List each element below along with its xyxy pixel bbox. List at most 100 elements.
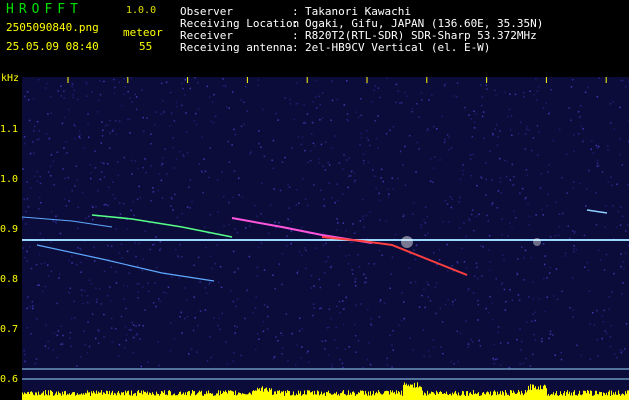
level-bar bbox=[470, 392, 471, 400]
noise-speck bbox=[68, 291, 70, 294]
noise-speck bbox=[525, 196, 527, 199]
noise-speck bbox=[238, 194, 240, 196]
noise-speck bbox=[235, 305, 237, 308]
noise-speck bbox=[331, 363, 333, 365]
level-bar bbox=[172, 395, 173, 400]
noise-speck bbox=[353, 232, 356, 234]
noise-speck bbox=[552, 139, 554, 142]
noise-speck bbox=[47, 347, 50, 349]
level-bar bbox=[623, 394, 624, 400]
noise-speck bbox=[47, 264, 49, 266]
level-bar bbox=[568, 393, 569, 400]
noise-speck bbox=[126, 228, 129, 230]
noise-speck bbox=[233, 128, 235, 131]
level-bar bbox=[397, 393, 398, 400]
noise-speck bbox=[307, 161, 309, 164]
level-bar bbox=[602, 396, 603, 400]
level-bar bbox=[261, 387, 262, 400]
noise-speck bbox=[309, 159, 312, 162]
level-bar bbox=[32, 392, 33, 400]
level-bar bbox=[203, 395, 204, 400]
noise-speck bbox=[306, 204, 309, 207]
noise-speck bbox=[130, 159, 133, 162]
noise-speck bbox=[343, 154, 345, 156]
noise-speck bbox=[354, 172, 356, 175]
noise-speck bbox=[61, 343, 64, 345]
noise-speck bbox=[174, 193, 176, 196]
noise-speck bbox=[135, 96, 138, 98]
noise-speck bbox=[295, 204, 298, 206]
noise-speck bbox=[592, 312, 594, 314]
noise-speck bbox=[497, 331, 499, 334]
noise-speck bbox=[526, 125, 528, 128]
level-bar bbox=[475, 393, 476, 400]
level-bar bbox=[144, 391, 145, 400]
noise-speck bbox=[427, 350, 430, 352]
noise-speck bbox=[267, 315, 269, 318]
noise-speck bbox=[548, 337, 550, 340]
noise-speck bbox=[576, 344, 578, 346]
noise-speck bbox=[351, 269, 353, 271]
noise-speck bbox=[329, 266, 332, 269]
noise-speck bbox=[341, 362, 344, 365]
noise-speck bbox=[423, 355, 425, 357]
noise-speck bbox=[436, 128, 438, 130]
noise-speck bbox=[130, 209, 132, 212]
noise-speck bbox=[204, 170, 207, 173]
noise-speck bbox=[209, 282, 211, 284]
noise-speck bbox=[240, 354, 242, 357]
noise-speck bbox=[99, 288, 101, 290]
level-bar bbox=[205, 394, 206, 400]
noise-speck bbox=[326, 327, 328, 329]
level-bar bbox=[103, 392, 104, 400]
noise-speck bbox=[145, 171, 147, 174]
noise-speck bbox=[272, 274, 274, 276]
noise-speck bbox=[352, 223, 354, 225]
noise-speck bbox=[298, 330, 301, 332]
noise-speck bbox=[45, 324, 47, 326]
noise-speck bbox=[216, 179, 219, 181]
noise-speck bbox=[327, 161, 329, 164]
noise-speck bbox=[266, 328, 269, 330]
noise-speck bbox=[444, 138, 446, 141]
level-bar bbox=[595, 390, 596, 400]
frequency-unit-label: kHz bbox=[1, 73, 20, 84]
noise-speck bbox=[161, 197, 164, 199]
level-bar bbox=[54, 395, 55, 400]
level-bar bbox=[357, 394, 358, 400]
level-bar bbox=[239, 392, 240, 400]
noise-speck bbox=[525, 128, 528, 131]
noise-speck bbox=[256, 215, 258, 217]
level-bar bbox=[577, 395, 578, 400]
noise-speck bbox=[328, 308, 331, 310]
noise-speck bbox=[324, 260, 327, 263]
noise-speck bbox=[579, 105, 582, 107]
level-bar bbox=[292, 394, 293, 400]
noise-speck bbox=[281, 334, 284, 337]
noise-speck bbox=[604, 226, 606, 228]
noise-speck bbox=[95, 301, 98, 303]
noise-speck bbox=[165, 292, 168, 294]
noise-speck bbox=[423, 288, 425, 291]
antenna-sep: : bbox=[292, 41, 299, 54]
noise-speck bbox=[128, 272, 130, 274]
noise-speck bbox=[25, 223, 27, 225]
level-bar bbox=[260, 390, 261, 400]
noise-speck bbox=[61, 122, 64, 125]
noise-speck bbox=[291, 332, 293, 335]
level-bar bbox=[244, 393, 245, 400]
level-bar bbox=[465, 396, 466, 400]
level-bar bbox=[415, 387, 416, 400]
level-bar bbox=[432, 392, 433, 400]
noise-speck bbox=[24, 360, 26, 363]
noise-speck bbox=[236, 231, 239, 234]
noise-speck bbox=[96, 298, 98, 301]
noise-speck bbox=[30, 333, 32, 335]
level-bar bbox=[505, 390, 506, 400]
noise-speck bbox=[620, 206, 622, 208]
noise-speck bbox=[603, 269, 606, 271]
level-bar bbox=[334, 392, 335, 400]
level-bar bbox=[191, 393, 192, 400]
noise-speck bbox=[127, 118, 129, 121]
noise-speck bbox=[429, 158, 432, 160]
